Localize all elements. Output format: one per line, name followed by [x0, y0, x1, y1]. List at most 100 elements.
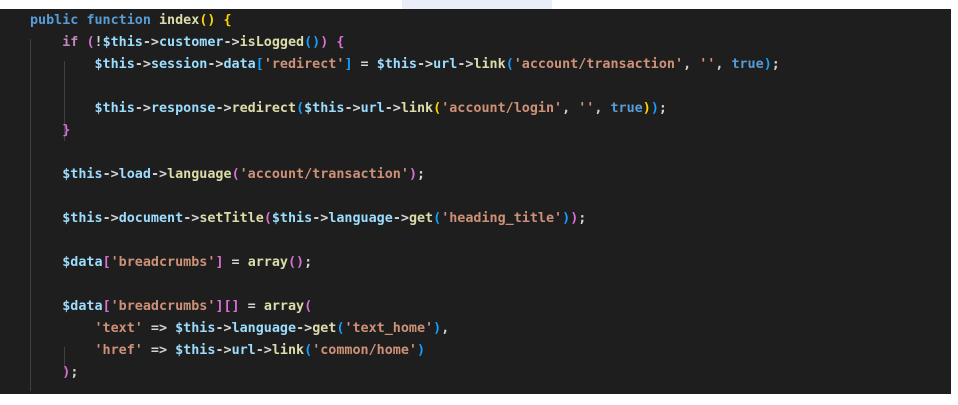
code-line[interactable]: 'text' => $this->language->get('text_hom…	[30, 318, 449, 340]
code-token: ;	[70, 365, 79, 380]
code-token: (	[231, 167, 240, 182]
code-token: document	[118, 211, 184, 226]
code-token: ->	[457, 57, 474, 72]
code-token: link	[271, 343, 305, 358]
code-token: redirect	[231, 101, 297, 116]
code-line[interactable]: }	[30, 120, 70, 142]
code-token: ->	[134, 101, 151, 116]
code-line[interactable]: $this->session->data['redirect'] = $this…	[30, 54, 780, 76]
code-token: 'common/home'	[312, 343, 417, 358]
code-token: ,	[562, 101, 579, 116]
code-token: !	[94, 35, 103, 50]
code-token: (	[263, 211, 272, 226]
code-token: 'breadcrumbs'	[110, 255, 216, 270]
code-token: )	[562, 211, 571, 226]
code-token: response	[150, 101, 216, 116]
code-token: 'heading_title'	[441, 211, 563, 226]
code-token: array	[247, 255, 288, 270]
code-token: data	[223, 57, 256, 72]
code-token: ->	[344, 101, 361, 116]
code-token: ->	[223, 35, 240, 50]
code-token: setTitle	[199, 211, 264, 226]
code-token: $this	[30, 57, 135, 72]
code-token: {	[336, 35, 345, 50]
code-token: ()	[199, 13, 216, 28]
code-token: )	[30, 365, 71, 380]
code-token: ;	[771, 57, 780, 72]
code-token: $this	[175, 343, 216, 358]
code-token: =	[352, 57, 377, 72]
code-token: )	[650, 101, 659, 116]
code-token: ,	[441, 321, 450, 336]
code-token: customer	[159, 35, 224, 50]
code-token: $data	[30, 255, 103, 270]
code-token: $this	[102, 35, 143, 50]
code-token: {	[223, 13, 232, 28]
code-line[interactable]: );	[30, 362, 78, 384]
code-line[interactable]: if (!$this->customer->isLogged()) {	[30, 32, 344, 54]
code-token: ;	[658, 101, 667, 116]
code-line[interactable]: $data['breadcrumbs'][] = array(	[30, 296, 312, 318]
code-line[interactable]: public function index() {	[30, 10, 232, 32]
code-token: ->	[183, 211, 200, 226]
code-token: ->	[215, 321, 232, 336]
code-token: true	[731, 57, 764, 72]
code-token: []	[223, 299, 240, 314]
code-token: ,	[715, 57, 732, 72]
code-token: language	[231, 321, 297, 336]
code-line[interactable]: $this->document->setTitle($this->languag…	[30, 208, 586, 230]
code-token: 'text'	[30, 321, 143, 336]
code-token: ->	[102, 167, 119, 182]
code-line[interactable]: $this->load->language('account/transacti…	[30, 164, 425, 186]
code-token: $this	[30, 167, 103, 182]
code-token: ;	[417, 167, 426, 182]
code-token: $data	[30, 299, 103, 314]
code-token: ->	[150, 167, 168, 182]
code-token: url	[231, 343, 256, 358]
code-token: ,	[594, 101, 611, 116]
code-token: $this	[304, 101, 345, 116]
code-token: $this	[30, 101, 135, 116]
code-token: )	[408, 167, 417, 182]
code-token: )	[642, 101, 651, 116]
code-line[interactable]: $this->response->redirect($this->url->li…	[30, 98, 667, 120]
code-token: =	[239, 299, 264, 314]
code-token: (	[86, 35, 95, 50]
code-token: 'href'	[30, 343, 143, 358]
code-token: language	[328, 211, 393, 226]
code-token: ->	[215, 343, 232, 358]
code-token: )	[417, 343, 426, 358]
code-token: =	[223, 255, 248, 270]
code-token: [	[102, 255, 111, 270]
code-token: )	[433, 321, 442, 336]
code-token: language	[167, 167, 232, 182]
code-token: ->	[296, 321, 313, 336]
code-token: session	[150, 57, 208, 72]
code-token: (	[505, 57, 514, 72]
code-token: 'account/login'	[441, 101, 563, 116]
code-token: get	[408, 211, 434, 226]
code-editor[interactable]: public function index() { if (!$this->cu…	[0, 9, 951, 394]
code-token: }	[30, 123, 71, 138]
code-token: url	[433, 57, 458, 72]
code-token: (	[433, 101, 442, 116]
top-accent-bar	[402, 0, 552, 9]
code-line[interactable]: 'href' => $this->url->link('common/home'…	[30, 340, 425, 362]
code-token: ->	[102, 211, 119, 226]
code-token: (	[304, 343, 313, 358]
code-token: (	[296, 101, 305, 116]
code-token: 'redirect'	[263, 57, 345, 72]
code-line[interactable]: $data['breadcrumbs'] = array();	[30, 252, 312, 274]
code-token: [	[255, 57, 264, 72]
code-token: (	[304, 299, 313, 314]
code-token: 'account/transaction'	[513, 57, 684, 72]
code-token: ]	[215, 255, 224, 270]
code-token: )	[763, 57, 772, 72]
code-token: $this	[30, 211, 103, 226]
code-token: $this	[376, 57, 417, 72]
code-token: get	[312, 321, 337, 336]
code-token: ()	[304, 35, 321, 50]
code-token: ;	[304, 255, 313, 270]
code-token: index	[159, 13, 200, 28]
